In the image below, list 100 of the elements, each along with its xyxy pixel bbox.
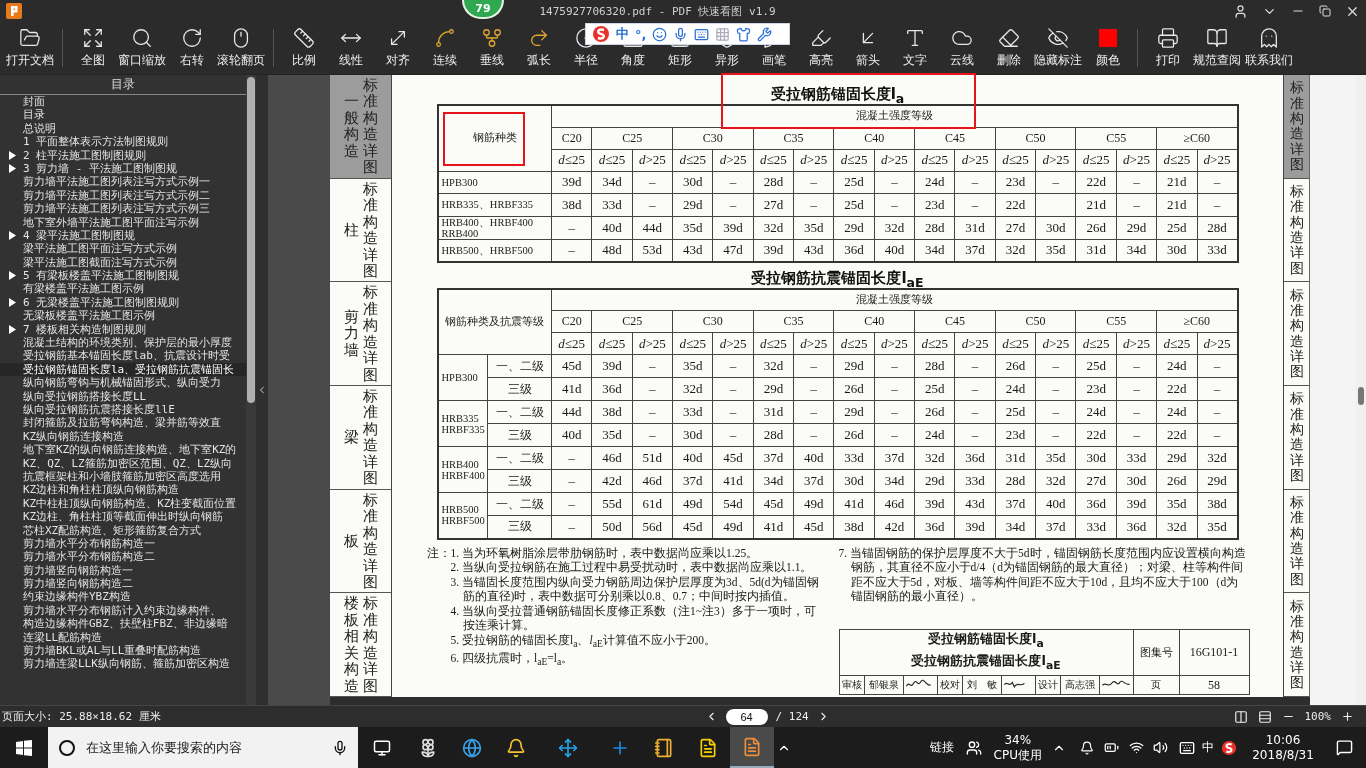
outline-item[interactable]: 3 剪力墙 - 平法施工图制图规 <box>0 161 246 176</box>
outline-item[interactable]: 剪力墙平法施工图列表注写方式示例三 <box>0 202 246 216</box>
outline-item[interactable]: KZ边柱、角柱柱顶等截面伸出时纵向钢筋 <box>0 510 246 524</box>
outline-item[interactable]: 连梁LL配筋构造 <box>0 630 246 644</box>
mic-icon[interactable] <box>332 739 348 756</box>
outline-item[interactable]: 5 有梁板楼盖平法施工图制图规 <box>0 269 246 283</box>
toolbar-button[interactable]: 全图 <box>69 27 116 69</box>
keyboard-icon[interactable] <box>1179 739 1195 756</box>
outline-item[interactable]: 约束边缘构件YBZ构造 <box>0 590 246 604</box>
search-field[interactable]: 在这里输入你要搜索的内容 <box>84 739 324 756</box>
toolbar-button[interactable]: 隐藏标注 <box>1032 27 1084 69</box>
outline-item[interactable]: 剪力墙竖向钢筋构造一 <box>0 563 246 578</box>
outline-item[interactable]: 剪力墙平法施工图列表注写方式示例一 <box>0 175 246 189</box>
outline-item[interactable]: 2 柱平法施工图制图规则 <box>0 148 246 162</box>
outline-item[interactable]: 混凝土结构的环境类别、保护层的最小厚度 <box>0 336 246 350</box>
outline-item[interactable]: 剪力墙水平分布钢筋构造一 <box>0 536 246 551</box>
toolbar-button[interactable]: 打印 <box>1144 27 1191 69</box>
collapsed-arrow-icon[interactable] <box>8 163 16 173</box>
toolbar-button[interactable]: 滚轮翻页 <box>215 27 267 69</box>
scrollbar-thumb[interactable] <box>247 77 255 403</box>
outline-item[interactable]: 封闭箍筋及拉筋弯钩构造、梁并筋等效直 <box>0 416 246 430</box>
battery-icon[interactable] <box>1103 740 1119 755</box>
outline-item[interactable]: 6 无梁楼盖平法施工图制图规则 <box>0 295 246 310</box>
collapsed-arrow-icon[interactable] <box>8 297 16 307</box>
outline-item[interactable]: 剪力墙水平分布钢筋计入约束边缘构件、 <box>0 603 246 618</box>
page-number-field[interactable]: 64 <box>725 708 768 725</box>
toolbar-button[interactable]: 线性 <box>327 27 374 69</box>
collapsed-arrow-icon[interactable] <box>8 324 16 334</box>
outline-item[interactable]: KZ纵向钢筋连接构造 <box>0 429 246 444</box>
outline-item[interactable]: 总说明 <box>0 121 246 136</box>
search-bar[interactable]: 在这里输入你要搜索的内容 <box>48 727 358 768</box>
two-page-view-icon[interactable] <box>1233 709 1248 724</box>
toolbar-button[interactable]: 文字 <box>891 27 938 69</box>
outline-item[interactable]: 剪力墙连梁LLK纵向钢筋、箍筋加密区构造 <box>0 657 246 671</box>
outline-item[interactable]: 无梁板楼盖平法施工图示例 <box>0 309 246 323</box>
shirt-icon[interactable] <box>736 26 752 42</box>
outline-item[interactable]: 地下室KZ的纵向钢筋连接构造、地下室KZ的 <box>0 443 246 457</box>
toolbar-button[interactable]: 规范查阅 <box>1191 27 1243 69</box>
wrench-icon[interactable] <box>757 26 773 42</box>
task-view-icon[interactable] <box>373 738 391 757</box>
outline-item[interactable]: 剪力墙BKL或AL与LL重叠时配筋构造 <box>0 644 246 658</box>
links-label[interactable]: 链接 <box>929 739 954 756</box>
outline-item[interactable]: 地下室外墙平法施工图平面注写示例 <box>0 215 246 229</box>
toolbar-button[interactable]: 窗口缩放 <box>116 27 168 69</box>
section-tab[interactable]: 一般构造 标准构造详图 <box>330 75 391 179</box>
punctuation-mode[interactable]: °, <box>635 26 647 42</box>
toolbar-button[interactable]: 云线 <box>938 27 985 69</box>
outline-item[interactable]: 目录 <box>0 108 246 122</box>
toolbar-button[interactable]: 比例 <box>280 27 327 69</box>
notification-icon[interactable] <box>1335 739 1353 756</box>
smile-icon[interactable] <box>652 26 668 42</box>
outline-item[interactable]: 剪力墙竖向钢筋构造二 <box>0 577 246 591</box>
user-icon[interactable] <box>1233 3 1248 19</box>
collapsed-arrow-icon[interactable] <box>8 271 16 281</box>
section-tab[interactable]: 标准构造详图 <box>1284 178 1309 283</box>
toolbar-button[interactable]: 箭头 <box>844 27 891 69</box>
section-tab[interactable]: 标准构造详图 <box>1284 489 1309 594</box>
toolbar-button[interactable]: 打开文档 <box>4 27 56 69</box>
outline-item[interactable]: 4 梁平法施工图制图规 <box>0 228 246 243</box>
section-tab[interactable]: 标准构造详图 <box>1284 75 1309 179</box>
clock-date[interactable]: 2018/8/31 <box>1252 747 1314 763</box>
toolbar-button[interactable]: 高亮 <box>797 27 844 69</box>
outline-item[interactable]: 有梁楼盖平法施工图示例 <box>0 282 246 296</box>
toolbar-button[interactable]: 右转 <box>168 27 215 69</box>
outline-item[interactable]: 构造边缘构件GBZ、扶壁柱FBZ、非边缘暗 <box>0 617 246 631</box>
outline-item[interactable]: 纵向受拉钢筋抗震搭接长度llE <box>0 403 246 417</box>
outline-item[interactable]: 梁平法施工图平面注写方式示例 <box>0 242 246 256</box>
outline-item[interactable]: 纵向受拉钢筋搭接长度LL <box>0 389 246 403</box>
volume-icon[interactable] <box>1152 740 1168 755</box>
clock-time[interactable]: 10:06 <box>1265 732 1301 748</box>
toolbar-button[interactable]: 对齐 <box>374 27 421 69</box>
restore-icon[interactable] <box>1319 5 1331 17</box>
outline-item[interactable]: 芯柱XZ配筋构造、矩形箍筋复合方式 <box>0 523 246 537</box>
outline-item[interactable]: 剪力墙平法施工图列表注写方式示例二 <box>0 188 246 203</box>
zoom-in-icon[interactable] <box>1341 710 1354 723</box>
outline-item[interactable]: 剪力墙水平分布钢筋构造二 <box>0 550 246 564</box>
outline-item[interactable]: 受拉钢筋锚固长度la、受拉钢筋抗震锚固长 <box>0 362 246 377</box>
input-language[interactable]: 中 <box>1202 739 1214 756</box>
toolbar-button[interactable]: 联系我们 <box>1243 27 1295 69</box>
ime-logo-icon[interactable] <box>1221 739 1237 756</box>
single-page-view-icon[interactable] <box>1257 709 1272 724</box>
section-tab[interactable]: 楼板相关构造 标准构造详图 <box>330 593 391 698</box>
outline-item[interactable]: KZ边柱和角柱柱顶纵向钢筋构造 <box>0 483 246 497</box>
outline-item[interactable]: 纵向钢筋弯钩与机械锚固形式、纵向受力 <box>0 376 246 390</box>
toolbar-button[interactable]: 连续 <box>421 27 468 69</box>
outline-item[interactable]: 受拉钢筋基本锚固长度lab、抗震设计时受 <box>0 349 246 363</box>
section-tab[interactable]: 标准构造详图 <box>1284 386 1309 490</box>
wifi-icon[interactable] <box>1128 740 1144 755</box>
input-mode[interactable]: 中 <box>616 25 629 43</box>
toolbar-button[interactable]: 删除 <box>985 27 1032 69</box>
section-tab[interactable]: 标准构造详图 <box>1284 282 1309 386</box>
outline-item[interactable]: 7 楼板相关构造制图规则 <box>0 322 246 337</box>
outline-item[interactable]: 1 平面整体表示方法制图规则 <box>0 135 246 149</box>
section-tab[interactable]: 标准构造详图 <box>1284 593 1309 698</box>
bell-icon[interactable] <box>1080 740 1094 755</box>
collapsed-arrow-icon[interactable] <box>8 150 16 160</box>
scrollbar-thumb[interactable] <box>1358 387 1364 405</box>
toolbar-button[interactable]: 颜色 <box>1084 27 1131 69</box>
outline-item[interactable]: 梁平法施工图截面注写方式示例 <box>0 255 246 270</box>
outline-item[interactable]: 封面 <box>0 95 246 109</box>
